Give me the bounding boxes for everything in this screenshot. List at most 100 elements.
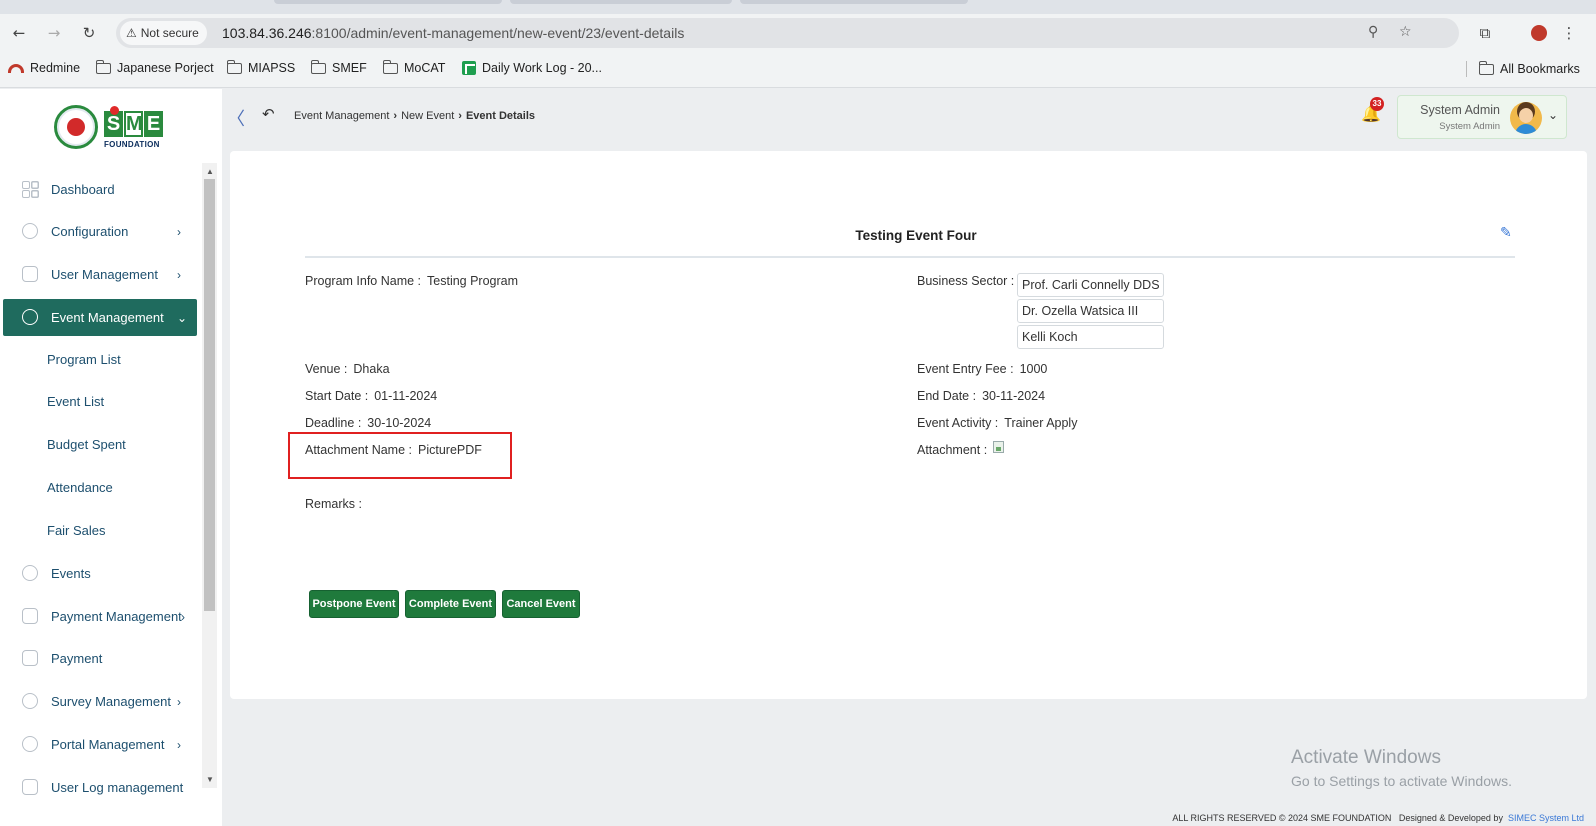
program-info-field: Program Info Name : Testing Program [305,274,519,288]
footer-copyright: ALL RIGHTS RESERVED © 2024 SME FOUNDATIO… [1172,813,1392,823]
event-title: Testing Event Four [855,228,977,243]
back-icon[interactable]: ↶ [262,105,275,123]
folder-icon [226,59,242,74]
sidebar-item-event-management[interactable]: Event Management ⌄ [3,299,197,336]
sidebar-item-payment-management[interactable]: Payment Management › [3,598,197,635]
sidebar-item-user-management[interactable]: User Management › [3,256,197,293]
forward-arrow-icon[interactable]: → [43,22,65,44]
footer: ALL RIGHTS RESERVED © 2024 SME FOUNDATIO… [222,810,1596,826]
chevron-right-icon: › [177,267,181,282]
logo-subtext: FOUNDATION [104,140,160,149]
sidebar-scrollbar[interactable]: ▲ ▼ [202,163,217,788]
scrollbar-thumb[interactable] [204,179,215,611]
folder-icon [1478,60,1494,75]
divider [1466,61,1467,77]
bookmark-redmine[interactable]: Redmine [8,61,80,75]
logo[interactable]: SME FOUNDATION [0,89,222,163]
redmine-icon [8,63,24,73]
chevron-right-icon: › [181,609,185,624]
edit-icon[interactable]: ✎ [1500,225,1512,241]
browser-tab-strip [0,0,1596,14]
attachment-name-highlight [288,432,512,479]
divider [305,256,1515,258]
browser-toolbar: ← → ↻ ⚠ Not secure 103.84.36.246:8100/ad… [0,14,1596,52]
sidebar-item-configuration[interactable]: Configuration › [3,213,197,250]
breadcrumb-new-event[interactable]: New Event [401,110,454,122]
folder-icon [382,59,398,74]
sidebar-subitem-program-list[interactable]: Program List [47,352,121,367]
security-label: Not secure [140,26,199,40]
user-management-icon [22,266,38,282]
portal-management-icon [22,736,38,752]
sidebar-item-survey-management[interactable]: Survey Management › [3,683,197,720]
chevron-right-icon: › [177,694,181,709]
footer-designed-by: Designed & Developed by [1398,813,1503,823]
broken-image-icon[interactable] [993,441,1004,453]
notification-badge: 33 [1370,97,1384,111]
sidebar-subitem-event-list[interactable]: Event List [47,394,104,409]
sidebar-item-portal-management[interactable]: Portal Management › [3,726,197,763]
business-sector-item: Dr. Ozella Watsica III [1017,299,1164,323]
event-activity-field: Event Activity : Trainer Apply [917,416,1078,430]
all-bookmarks[interactable]: All Bookmarks [1466,60,1580,77]
configuration-icon [22,223,38,239]
browser-tab[interactable] [274,0,502,4]
footer-company-link[interactable]: SIMEC System Ltd [1508,813,1584,823]
cancel-event-button[interactable]: Cancel Event [502,590,580,618]
events-icon [22,565,38,581]
chevron-down-icon: ⌄ [177,310,188,325]
business-sector-item: Prof. Carli Connelly DDS [1017,273,1164,297]
chevron-down-icon: ⌄ [1548,108,1559,122]
sidebar-item-user-log-management[interactable]: User Log management [3,769,197,806]
government-emblem-icon [54,105,98,149]
payment-icon [22,650,38,666]
sidebar-collapse-icon[interactable]: 〈 [227,105,245,131]
sidebar: Dashboard Configuration › User Managemen… [0,163,222,826]
browser-tab[interactable] [510,0,732,4]
start-date-field: Start Date :01-11-2024 [305,389,438,403]
complete-event-button[interactable]: Complete Event [405,590,496,618]
bookmark-mocat[interactable]: MoCAT [382,59,445,75]
profile-avatar-icon[interactable] [1528,22,1550,44]
star-icon[interactable]: ☆ [1399,24,1412,40]
spreadsheet-icon [462,61,476,75]
reload-icon[interactable]: ↻ [78,22,100,44]
scroll-down-icon[interactable]: ▼ [206,775,214,784]
extensions-icon[interactable]: ⧉ [1474,22,1496,44]
sidebar-subitem-fair-sales[interactable]: Fair Sales [47,523,106,538]
sidebar-subitem-budget-spent[interactable]: Budget Spent [47,437,126,452]
browser-menu-icon[interactable]: ⋮ [1558,22,1580,44]
folder-icon [95,59,111,74]
warning-icon: ⚠ [126,26,137,40]
venue-field: Venue : Dhaka [305,362,390,376]
windows-activation-watermark: Activate Windows Go to Settings to activ… [1291,747,1512,789]
attachment-label: Attachment : [917,443,988,457]
sidebar-item-events[interactable]: Events [3,555,197,592]
url-text[interactable]: 103.84.36.246:8100/admin/event-managemen… [222,25,684,41]
event-management-icon [22,309,38,325]
address-bar[interactable]: ⚠ Not secure 103.84.36.246:8100/admin/ev… [116,18,1459,48]
user-menu[interactable]: System Admin System Admin ⌄ [1397,95,1567,139]
entry-fee-field: Event Entry Fee :1000 [917,362,1048,376]
chevron-right-icon: › [458,110,462,122]
bookmark-smef[interactable]: SMEF [310,59,367,75]
security-chip[interactable]: ⚠ Not secure [120,21,207,45]
business-sector-label: Business Sector : [917,274,1015,288]
bookmark-miapss[interactable]: MIAPSS [226,59,295,75]
bookmark-japanese-porject[interactable]: Japanese Porject [95,59,214,75]
scroll-up-icon[interactable]: ▲ [206,167,214,176]
sidebar-item-dashboard[interactable]: Dashboard [3,171,197,208]
zoom-icon[interactable]: ⚲ [1368,24,1378,40]
sidebar-item-payment[interactable]: Payment [3,640,197,677]
avatar [1510,102,1542,134]
back-arrow-icon[interactable]: ← [8,22,30,44]
breadcrumb-event-details: Event Details [465,110,536,122]
end-date-field: End Date :30-11-2024 [917,389,1046,403]
browser-tab[interactable] [740,0,968,4]
sidebar-subitem-attendance[interactable]: Attendance [47,480,113,495]
bookmark-daily-work-log[interactable]: Daily Work Log - 20... [462,61,602,75]
breadcrumb-event-management[interactable]: Event Management [294,110,389,122]
deadline-field: Deadline :30-10-2024 [305,416,432,430]
user-role: System Admin [1439,121,1500,132]
postpone-event-button[interactable]: Postpone Event [309,590,399,618]
